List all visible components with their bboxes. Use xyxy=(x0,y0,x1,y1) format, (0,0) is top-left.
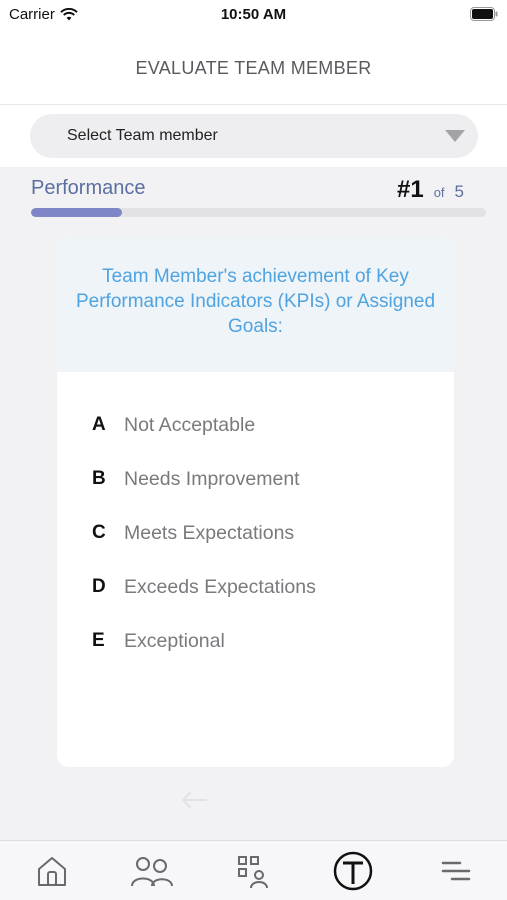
option-letter: B xyxy=(92,468,106,489)
option-a[interactable]: A Not Acceptable xyxy=(57,398,454,452)
option-letter: D xyxy=(92,576,106,597)
section-label: Performance xyxy=(31,177,146,199)
option-letter: E xyxy=(92,630,105,651)
option-letter: A xyxy=(92,414,106,435)
clock: 10:50 AM xyxy=(220,6,287,23)
total-questions: 5 xyxy=(454,182,464,201)
battery-icon xyxy=(470,7,498,21)
option-c[interactable]: C Meets Expectations xyxy=(57,506,454,560)
option-d[interactable]: D Exceeds Expectations xyxy=(57,560,454,614)
menu-icon xyxy=(441,861,471,881)
progress-fill xyxy=(31,208,122,217)
answer-options: A Not Acceptable B Needs Improvement C M… xyxy=(57,398,454,668)
counter-of-label: of xyxy=(433,185,445,200)
tab-team[interactable] xyxy=(130,849,174,893)
option-text: Meets Expectations xyxy=(124,521,295,544)
option-letter: C xyxy=(92,522,106,543)
chevron-down-icon xyxy=(445,130,465,142)
question-counter: #1 of 5 xyxy=(397,176,464,204)
question-header: Team Member's achievement of Key Perform… xyxy=(57,238,454,372)
team-member-select-label: Select Team member xyxy=(67,127,218,144)
option-b[interactable]: B Needs Improvement xyxy=(57,452,454,506)
screen-header: EVALUATE TEAM MEMBER xyxy=(0,30,507,105)
tab-home[interactable] xyxy=(30,849,74,893)
option-text: Needs Improvement xyxy=(124,467,300,490)
question-card: Team Member's achievement of Key Perform… xyxy=(57,238,454,767)
question-text: Team Member's achievement of Key Perform… xyxy=(75,266,436,337)
org-chart-icon xyxy=(238,856,268,889)
team-member-select[interactable]: Select Team member xyxy=(30,114,478,158)
option-text: Exceeds Expectations xyxy=(124,575,316,598)
status-bar: Carrier 10:50 AM xyxy=(0,0,507,30)
option-text: Exceptional xyxy=(124,629,225,652)
tab-org-chart[interactable] xyxy=(230,849,274,893)
tab-bar xyxy=(0,840,507,900)
evaluate-icon xyxy=(333,851,373,891)
option-e[interactable]: E Exceptional xyxy=(57,614,454,668)
home-icon xyxy=(38,857,66,886)
team-icon xyxy=(131,857,173,887)
page-title: EVALUATE TEAM MEMBER xyxy=(135,58,372,78)
select-band: Select Team member xyxy=(0,105,507,167)
progress-bar xyxy=(31,208,486,217)
tab-evaluate[interactable] xyxy=(331,849,375,893)
option-text: Not Acceptable xyxy=(124,413,256,436)
back-arrow-icon[interactable] xyxy=(180,790,208,810)
current-question-number: #1 xyxy=(396,176,424,203)
tab-menu[interactable] xyxy=(434,849,478,893)
